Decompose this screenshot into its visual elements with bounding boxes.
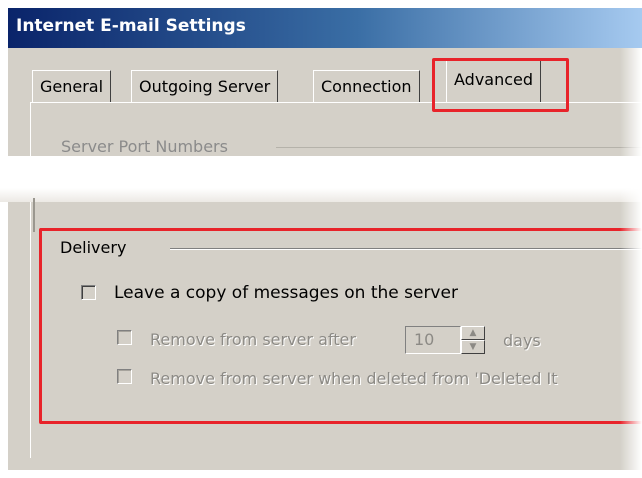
- tab-connection[interactable]: Connection: [313, 70, 420, 102]
- faded-overlay: [0, 156, 642, 202]
- tab-general[interactable]: General: [32, 70, 112, 102]
- group-divider: [276, 147, 642, 148]
- delivery-group-highlight: [39, 228, 642, 424]
- right-edge-fade: [620, 48, 642, 470]
- server-port-numbers-label: Server Port Numbers: [61, 137, 228, 156]
- tab-outgoing-server[interactable]: Outgoing Server: [131, 70, 279, 102]
- window-titlebar: Internet E-mail Settings: [8, 8, 642, 48]
- pane-edge: [33, 198, 35, 232]
- window-title: Internet E-mail Settings: [16, 16, 246, 36]
- cropped-caption: [0, 0, 642, 8]
- advanced-tab-highlight: [432, 58, 569, 112]
